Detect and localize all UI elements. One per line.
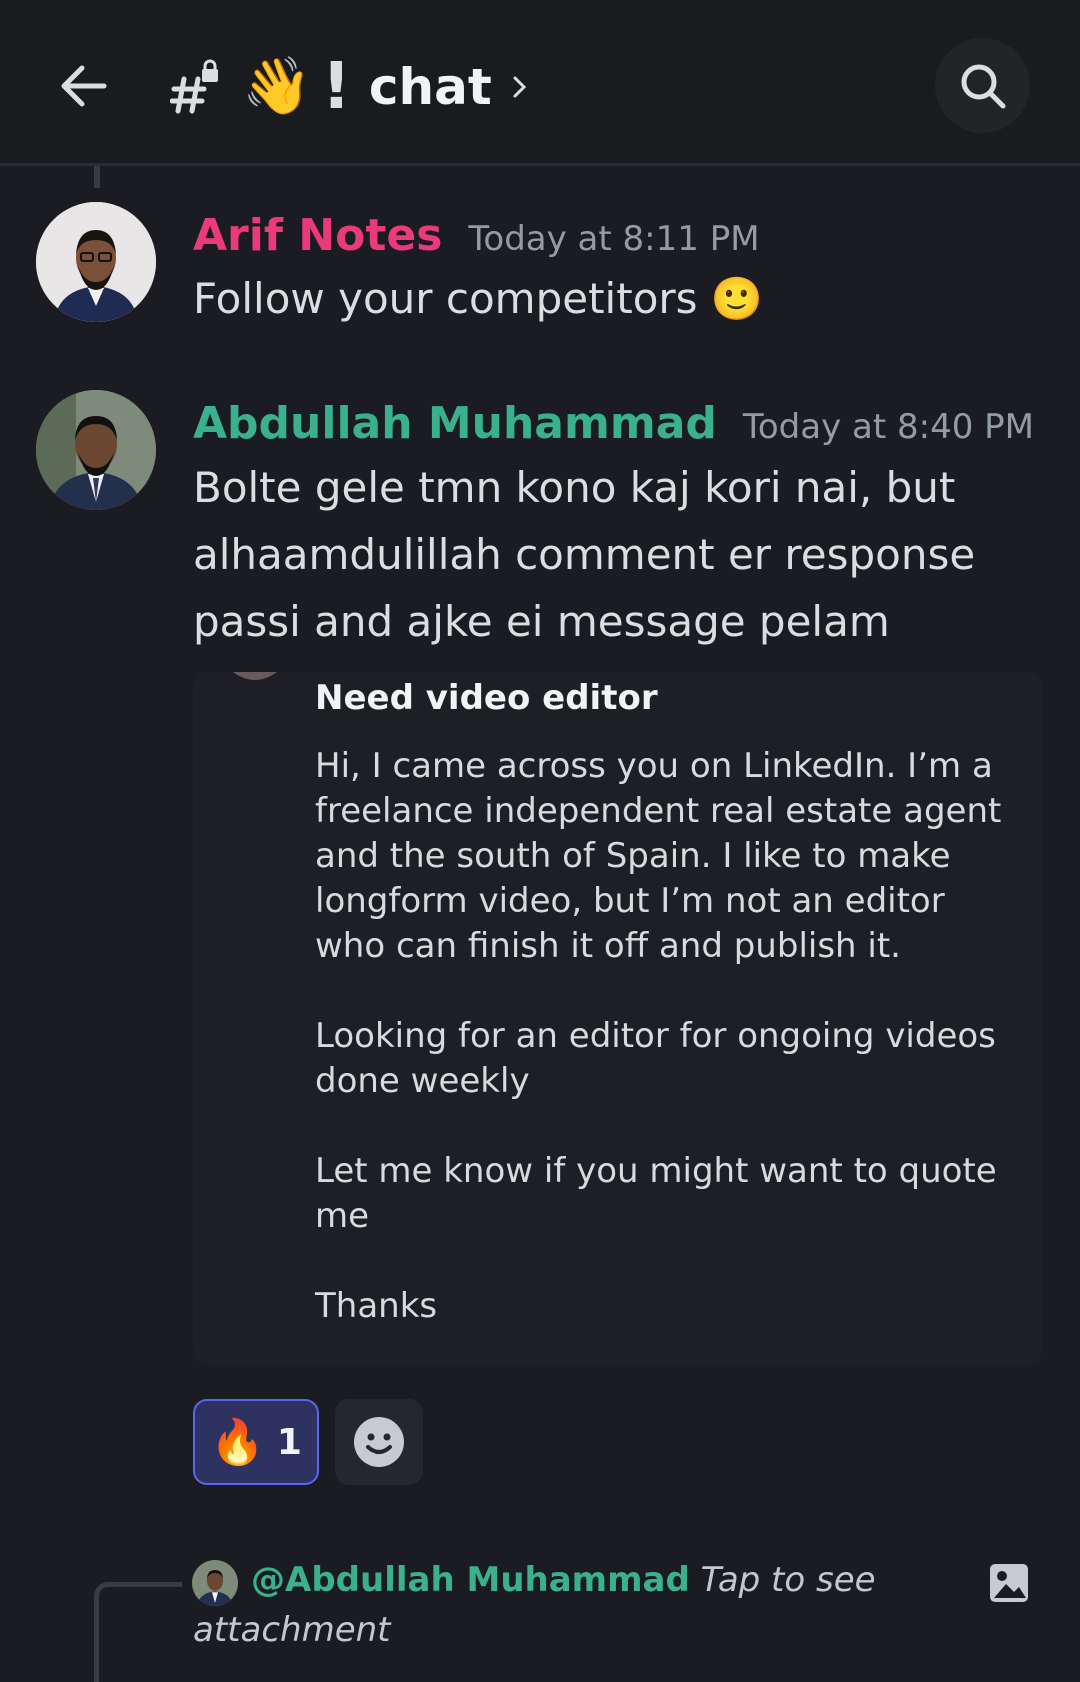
message-text: Follow your competitors 🙂 [193, 274, 764, 323]
channel-header: 👋 ! chat [0, 0, 1080, 166]
embed-image-corner [233, 672, 277, 680]
reply-mention[interactable]: @Abdullah Muhammad [251, 1560, 690, 1600]
search-icon [961, 64, 1005, 108]
back-arrow-icon[interactable] [54, 56, 114, 116]
message-timestamp: Today at 8:40 PM [742, 407, 1034, 447]
avatar[interactable] [36, 390, 156, 510]
embed-body: Hi, I came across you on LinkedIn. I’m a… [315, 746, 1002, 1326]
wave-emoji: 👋 [242, 54, 312, 119]
message-text: Bolte gele tmn kono kaj kori nai, but al… [193, 463, 976, 646]
thread-line [94, 166, 100, 188]
reply-preview[interactable]: @Abdullah Muhammad Tap to see attachment [193, 1555, 973, 1655]
image-icon [990, 1564, 1028, 1602]
reply-connector [94, 1582, 182, 1682]
locked-hash-icon [170, 59, 218, 114]
add-reaction-button[interactable] [335, 1399, 423, 1485]
reaction-fire[interactable]: 🔥 1 [193, 1399, 319, 1485]
fire-emoji: 🔥 [210, 1417, 265, 1468]
exclamation-mark: ! [321, 50, 351, 124]
message-timestamp: Today at 8:11 PM [468, 219, 760, 259]
embed-title: Need video editor [315, 678, 658, 718]
chevron-right-icon [513, 76, 526, 98]
avatar[interactable] [36, 202, 156, 322]
author-name[interactable]: Abdullah Muhammad [193, 398, 717, 449]
channel-name: chat [368, 58, 492, 116]
search-button[interactable] [935, 38, 1030, 133]
message-embed[interactable]: Need video editor Hi, I came across you … [193, 672, 1043, 1365]
add-reaction-icon [354, 1417, 404, 1467]
reaction-count: 1 [276, 1421, 302, 1463]
author-name[interactable]: Arif Notes [193, 210, 442, 261]
channel-title[interactable]: 👋 ! chat [170, 52, 530, 122]
